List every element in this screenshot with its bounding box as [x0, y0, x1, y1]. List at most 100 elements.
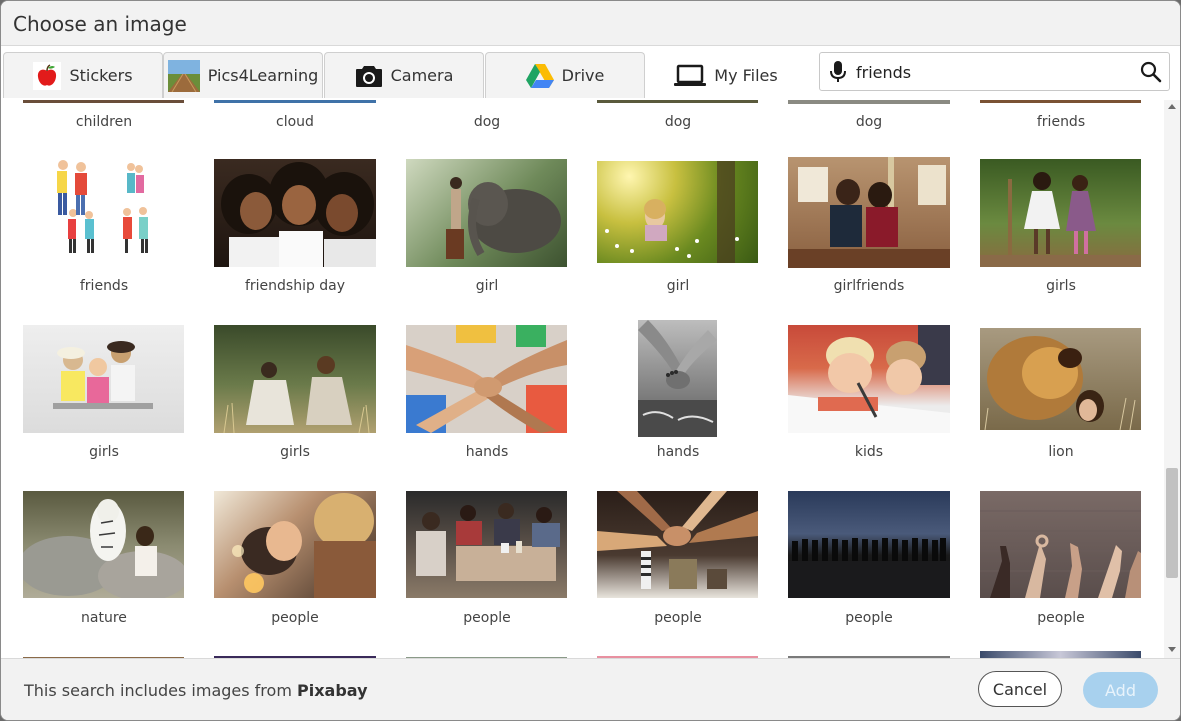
- gallery-item[interactable]: people: [980, 491, 1142, 631]
- microphone-icon[interactable]: [829, 61, 847, 88]
- image-thumbnail: [597, 100, 758, 103]
- gallery-item[interactable]: people: [406, 491, 568, 631]
- image-caption: lion: [1048, 444, 1074, 460]
- image-caption: friends: [1036, 114, 1086, 130]
- gallery-item[interactable]: people: [788, 491, 950, 631]
- add-button[interactable]: Add: [1083, 672, 1158, 708]
- landscape-icon: [167, 59, 200, 92]
- image-caption: girls: [280, 444, 310, 460]
- search-icon[interactable]: [1140, 61, 1162, 88]
- gallery-item[interactable]: people: [214, 491, 376, 631]
- image-thumbnail: [214, 491, 376, 598]
- image-thumbnail: [597, 491, 758, 598]
- camera-icon: [355, 63, 383, 89]
- source-note: This search includes images from Pixabay: [24, 681, 368, 700]
- gallery-item[interactable]: dog: [597, 100, 759, 134]
- dialog-footer: This search includes images from Pixabay…: [1, 658, 1180, 720]
- gallery-item[interactable]: nature: [23, 491, 185, 631]
- gallery-item[interactable]: friendship day: [214, 159, 376, 299]
- image-caption: people: [271, 610, 319, 626]
- image-caption: people: [463, 610, 511, 626]
- image-gallery: children cloud dog dog dog friends frien…: [1, 100, 1164, 658]
- image-thumbnail: [788, 491, 950, 598]
- tab-camera[interactable]: Camera: [324, 52, 484, 98]
- image-thumbnail: [23, 100, 184, 103]
- image-thumbnail: [788, 157, 950, 268]
- image-thumbnail: [980, 159, 1141, 267]
- tab-stickers-label: Stickers: [69, 66, 133, 85]
- image-caption: friendship day: [244, 278, 346, 294]
- image-caption: people: [654, 610, 702, 626]
- image-caption: nature: [81, 610, 127, 626]
- scroll-down-icon[interactable]: [1168, 647, 1176, 652]
- tab-my-files[interactable]: My Files: [646, 52, 806, 98]
- gallery-item[interactable]: hands: [406, 325, 568, 465]
- image-thumbnail: [788, 325, 950, 433]
- gallery-item[interactable]: kids: [788, 325, 950, 465]
- image-caption: dog: [855, 114, 883, 130]
- image-caption: girl: [475, 278, 499, 294]
- apple-icon: [33, 61, 62, 90]
- gallery-item[interactable]: cloud: [214, 100, 376, 134]
- gallery-item[interactable]: lion: [980, 328, 1142, 468]
- image-thumbnail: [214, 159, 376, 267]
- gallery-item[interactable]: hands: [597, 320, 759, 465]
- image-caption: children: [75, 114, 133, 130]
- image-thumbnail: [638, 320, 717, 437]
- source-name: Pixabay: [296, 681, 368, 700]
- image-thumbnail: [23, 491, 184, 598]
- scroll-up-icon[interactable]: [1168, 104, 1176, 109]
- gallery-item[interactable]: dog: [406, 100, 568, 134]
- image-thumbnail: [214, 325, 376, 433]
- tab-my-files-label: My Files: [714, 66, 778, 85]
- source-tabs: Stickers Pics4Learning Camera Drive My F…: [1, 45, 1180, 101]
- drive-icon: [525, 63, 554, 89]
- tab-stickers[interactable]: Stickers: [3, 52, 163, 98]
- image-thumbnail: [214, 100, 376, 103]
- image-thumbnail: [406, 159, 567, 267]
- gallery-item[interactable]: children: [23, 100, 185, 134]
- image-thumbnail: [406, 325, 567, 433]
- search-input[interactable]: [856, 59, 1126, 85]
- gallery-item[interactable]: girl: [597, 161, 759, 301]
- image-thumbnail: [980, 328, 1141, 430]
- tab-drive[interactable]: Drive: [485, 52, 645, 98]
- source-note-text: This search includes images from: [24, 681, 297, 700]
- gallery-item[interactable]: girls: [214, 325, 376, 465]
- image-thumbnail: [980, 651, 1141, 658]
- image-thumbnail: [597, 161, 758, 263]
- image-caption: girl: [666, 278, 690, 294]
- image-caption: girls: [1046, 278, 1076, 294]
- image-thumbnail: [406, 491, 567, 598]
- gallery-item[interactable]: girl: [406, 159, 568, 299]
- gallery-item[interactable]: people: [597, 491, 759, 631]
- titlebar: Choose an image: [1, 1, 1180, 45]
- gallery-item[interactable]: friends: [23, 157, 185, 297]
- choose-image-dialog: Choose an image Stickers Pics4Learning C…: [0, 0, 1181, 721]
- gallery-scrollbar[interactable]: [1164, 100, 1180, 658]
- image-thumbnail: [23, 325, 184, 433]
- cancel-button[interactable]: Cancel: [978, 671, 1062, 707]
- image-thumbnail: [788, 100, 950, 104]
- image-caption: people: [845, 610, 893, 626]
- tab-pics4learning-label: Pics4Learning: [207, 66, 319, 85]
- gallery-item[interactable]: girlfriends: [788, 157, 950, 297]
- gallery-item[interactable]: friends: [980, 100, 1142, 134]
- tab-pics4learning[interactable]: Pics4Learning: [163, 52, 323, 98]
- gallery-item[interactable]: dog: [788, 100, 950, 134]
- image-caption: kids: [854, 444, 884, 460]
- dialog-title: Choose an image: [13, 12, 187, 36]
- image-caption: people: [1037, 610, 1085, 626]
- image-caption: friends: [79, 278, 129, 294]
- image-thumbnail: [23, 157, 184, 265]
- image-caption: girlfriends: [833, 278, 905, 294]
- search-box: [819, 52, 1170, 91]
- image-caption: hands: [656, 444, 700, 460]
- image-thumbnail: [980, 100, 1141, 103]
- image-caption: cloud: [276, 114, 314, 130]
- scrollbar-thumb[interactable]: [1166, 468, 1178, 578]
- gallery-item[interactable]: girls: [980, 159, 1142, 299]
- image-thumbnail: [980, 491, 1141, 598]
- image-caption: hands: [465, 444, 509, 460]
- gallery-item[interactable]: girls: [23, 325, 185, 465]
